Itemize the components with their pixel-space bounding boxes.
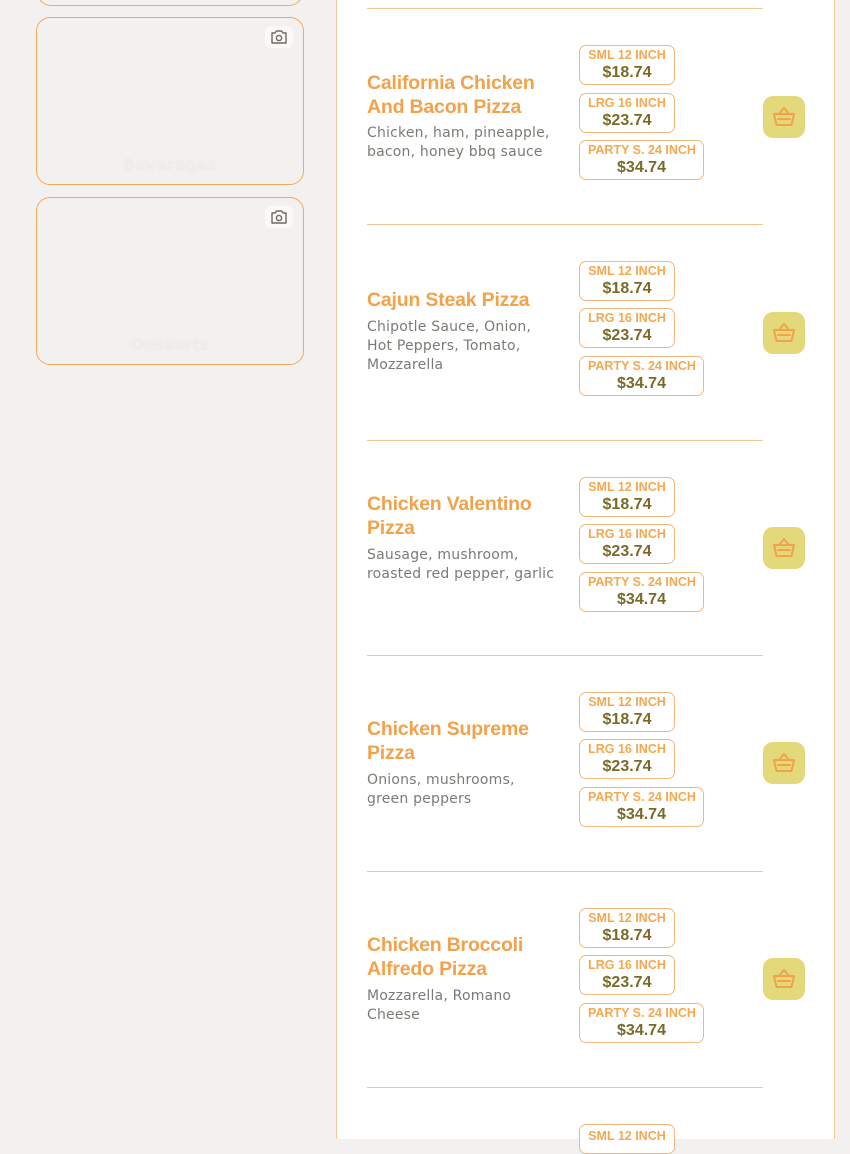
menu-item: Chicken Supreme Pizza Onions, mushrooms,… (337, 656, 836, 872)
item-name[interactable]: California Chicken And Bacon Pizza (367, 71, 552, 119)
add-to-cart-button[interactable] (763, 742, 805, 784)
price-option-small[interactable]: SML 12 INCH $18.74 (579, 261, 675, 301)
price-option-party[interactable]: PARTY S. 24 INCH $34.74 (579, 787, 704, 827)
item-name[interactable]: Cajun Steak Pizza (367, 288, 552, 312)
add-to-cart-button[interactable] (763, 527, 805, 569)
menu-item: Cajun Steak Pizza Chipotle Sauce, Onion,… (337, 225, 836, 441)
camera-icon[interactable] (265, 206, 293, 228)
price-option-small[interactable]: SML 12 INCH $18.74 (579, 477, 675, 517)
camera-icon[interactable] (265, 26, 293, 48)
menu-item: Chicken Broccoli Alfredo Pizza Mozzarell… (337, 872, 836, 1088)
basket-icon (773, 538, 795, 557)
menu-list: California Chicken And Bacon Pizza Chick… (336, 0, 836, 1154)
price-option-large[interactable]: LRG 16 INCH $23.74 (579, 739, 675, 779)
price-option-party[interactable]: PARTY S. 24 INCH $34.74 (579, 356, 704, 396)
add-to-cart-button[interactable] (763, 958, 805, 1000)
add-to-cart-button[interactable] (763, 96, 805, 138)
price-option-large[interactable]: LRG 16 INCH $23.74 (579, 955, 675, 995)
price-option-small[interactable]: SML 12 INCH $18.74 (579, 45, 675, 85)
price-option-small[interactable]: SML 12 INCH (579, 1124, 675, 1154)
price-option-small[interactable]: SML 12 INCH $18.74 (579, 692, 675, 732)
category-card-beverages[interactable]: Beverages (36, 17, 304, 185)
add-to-cart-button[interactable] (763, 312, 805, 354)
menu-item: Chicken Valentino Pizza Sausage, mushroo… (337, 441, 836, 657)
category-label: Beverages (122, 155, 218, 174)
item-description: Chipotle Sauce, Onion, Hot Peppers, Toma… (367, 319, 532, 373)
basket-icon (773, 753, 795, 772)
price-option-party[interactable]: PARTY S. 24 INCH $34.74 (579, 1003, 704, 1043)
basket-icon (773, 107, 795, 126)
item-description: Onions, mushrooms, green peppers (367, 772, 515, 807)
price-option-party[interactable]: PARTY S. 24 INCH $34.74 (579, 572, 704, 612)
menu-item: California Chicken And Bacon Pizza Chick… (337, 9, 836, 225)
price-option-large[interactable]: LRG 16 INCH $23.74 (579, 93, 675, 133)
category-card-partial[interactable] (37, 0, 303, 6)
divider (367, 1087, 763, 1088)
price-option-party[interactable]: PARTY S. 24 INCH $34.74 (579, 140, 704, 180)
item-name[interactable]: Chicken Valentino Pizza (367, 492, 552, 540)
item-description: Sausage, mushroom, roasted red pepper, g… (367, 547, 555, 582)
category-label: Desserts (130, 335, 210, 354)
basket-icon (773, 969, 795, 988)
category-card-desserts[interactable]: Desserts (36, 197, 304, 365)
price-option-small[interactable]: SML 12 INCH $18.74 (579, 908, 675, 948)
price-option-large[interactable]: LRG 16 INCH $23.74 (579, 524, 675, 564)
price-option-large[interactable]: LRG 16 INCH $23.74 (579, 308, 675, 348)
item-name[interactable]: Chicken Broccoli Alfredo Pizza (367, 933, 552, 981)
item-name[interactable]: Chicken Supreme Pizza (367, 717, 552, 765)
basket-icon (773, 323, 795, 342)
item-description: Chicken, ham, pineapple, bacon, honey bb… (367, 125, 550, 160)
category-sidebar: Beverages Desserts (0, 0, 336, 1139)
item-description: Mozzarella, Romano Cheese (367, 988, 512, 1023)
